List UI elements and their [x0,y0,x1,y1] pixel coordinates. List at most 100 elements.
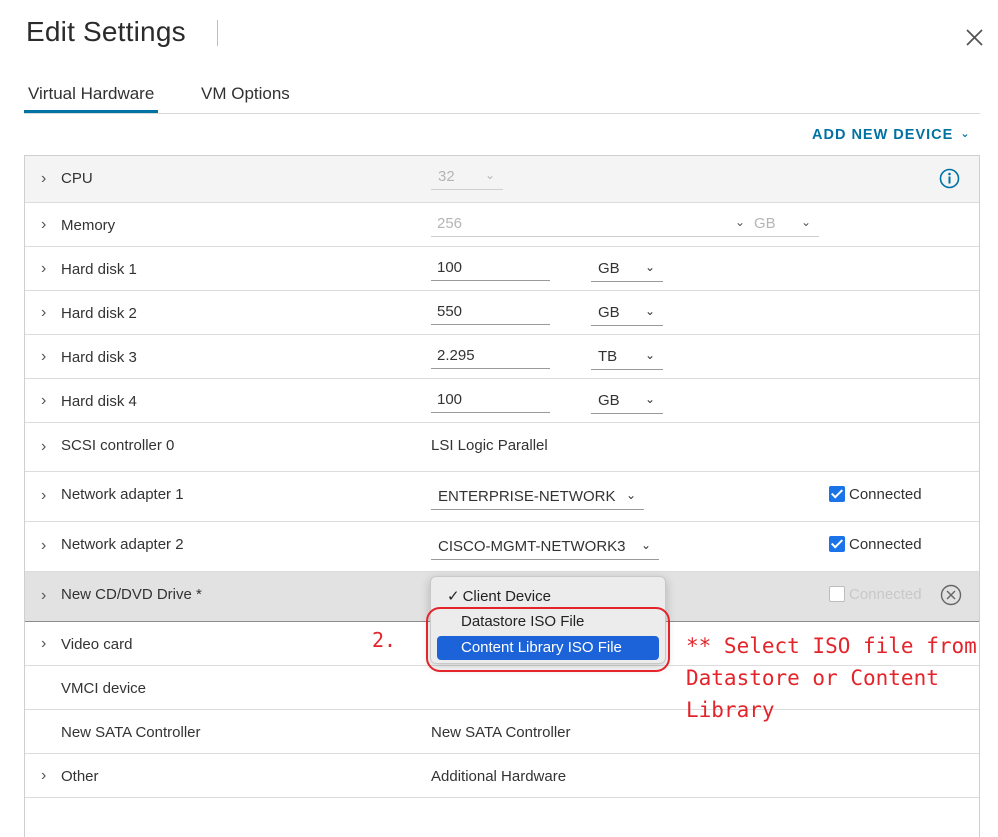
tab-vm-options[interactable]: VM Options [201,84,290,104]
add-new-device-button[interactable]: ADD NEW DEVICE ⌄ [812,127,971,143]
row-label: Network adapter 2 [61,536,184,553]
unit: TB [598,348,618,365]
scsi-type: LSI Logic Parallel [431,437,548,454]
row-label: SCSI controller 0 [61,437,175,454]
row-label: Video card [61,636,133,653]
memory-value: 256 [437,215,463,232]
chevron-right-icon[interactable]: › [41,348,46,366]
row-hard-disk-2: › Hard disk 2 550 GB ⌄ [25,291,979,335]
cpu-value: 32 [438,168,455,185]
other-value: Additional Hardware [431,768,567,785]
hard-disk-1-size-input[interactable]: 100 [431,257,550,281]
chevron-right-icon[interactable]: › [41,587,46,605]
row-label: Hard disk 1 [61,261,137,278]
row-label: Network adapter 1 [61,486,184,503]
network-1-connected-checkbox[interactable]: Connected [829,486,922,503]
network-name: CISCO-MGMT-NETWORK3 [438,538,626,555]
row-label: VMCI device [61,680,147,697]
network-2-select[interactable]: CISCO-MGMT-NETWORK3 ⌄ [431,536,659,560]
row-hard-disk-1: › Hard disk 1 100 GB ⌄ [25,247,979,291]
row-network-adapter-2: › Network adapter 2 CISCO-MGMT-NETWORK3 … [25,522,979,572]
chevron-down-icon: ⌄ [644,260,655,274]
unit: GB [598,260,620,277]
chevron-down-icon: ⌄ [625,488,636,502]
check-icon: ✓ [447,588,460,605]
row-sata-controller: New SATA Controller New SATA Controller [25,710,979,754]
tab-bar: Virtual Hardware VM Options [23,80,980,114]
hard-disk-2-unit-select[interactable]: GB ⌄ [591,302,663,326]
annotation-step-number: 2. [372,628,397,652]
row-cpu: › CPU 32 ⌄ [25,156,979,203]
connected-label: Connected [849,486,922,503]
dropdown-option-client-device[interactable]: ✓ Client Device [437,584,659,608]
chevron-right-icon[interactable]: › [41,392,46,410]
checkbox-unchecked-icon [829,586,845,602]
row-label: Hard disk 3 [61,349,137,366]
chevron-right-icon[interactable]: › [41,170,46,188]
hard-disk-3-unit-select[interactable]: TB ⌄ [591,346,663,370]
annotation-note-line-2: Datastore or Content [686,666,939,690]
unit: GB [598,392,620,409]
chevron-right-icon[interactable]: › [41,260,46,278]
cpu-select[interactable]: 32 ⌄ [431,166,503,190]
row-label: Hard disk 2 [61,305,137,322]
add-new-device-label: ADD NEW DEVICE [812,127,954,143]
dropdown-option-content-library-iso[interactable]: Content Library ISO File [437,636,659,660]
chevron-down-icon: ⌄ [640,538,651,552]
network-2-connected-checkbox[interactable]: Connected [829,536,922,553]
close-icon[interactable] [962,24,988,50]
remove-device-icon[interactable] [939,583,963,607]
page-title: Edit Settings [26,16,186,47]
info-icon[interactable] [939,168,960,189]
hard-disk-4-size-input[interactable]: 100 [431,389,550,413]
hard-disk-4-unit-select[interactable]: GB ⌄ [591,390,663,414]
unit: GB [598,304,620,321]
hard-disk-3-size-input[interactable]: 2.295 [431,345,550,369]
chevron-down-icon: ⌄ [484,168,495,182]
memory-unit-select[interactable]: GB ⌄ [747,213,819,237]
chevron-right-icon[interactable]: › [41,487,46,505]
network-name: ENTERPRISE-NETWORK [438,488,616,505]
row-label: Memory [61,217,116,234]
memory-unit: GB [754,215,776,232]
chevron-right-icon[interactable]: › [41,304,46,322]
row-hard-disk-4: › Hard disk 4 100 GB ⌄ [25,379,979,423]
chevron-right-icon[interactable]: › [41,438,46,456]
chevron-right-icon[interactable]: › [41,537,46,555]
annotation-note-line-3: Library [686,698,775,722]
row-label: CPU [61,170,93,187]
hardware-grid: › CPU 32 ⌄ › Memory 256 ⌄ GB ⌄ › Hard di… [24,155,980,837]
hard-disk-1-unit-select[interactable]: GB ⌄ [591,258,663,282]
checkbox-checked-icon [829,536,845,552]
memory-input[interactable]: 256 ⌄ [431,213,753,237]
cd-dvd-source-dropdown: ✓ Client Device Datastore ISO File Conten… [430,576,666,664]
row-hard-disk-3: › Hard disk 3 2.295 TB ⌄ [25,335,979,379]
row-label: New CD/DVD Drive * [61,586,202,603]
annotation-note-line-1: ** Select ISO file from [686,634,977,658]
title-divider [217,20,218,46]
chevron-right-icon[interactable]: › [41,767,46,785]
checkbox-checked-icon [829,486,845,502]
cd-dvd-connected-checkbox[interactable]: Connected [829,586,922,603]
chevron-right-icon[interactable]: › [41,216,46,234]
option-label: Client Device [462,588,551,605]
chevron-down-icon: ⌄ [800,215,811,229]
chevron-right-icon[interactable]: › [41,635,46,653]
row-network-adapter-1: › Network adapter 1 ENTERPRISE-NETWORK ⌄… [25,472,979,522]
dropdown-option-datastore-iso[interactable]: Datastore ISO File [437,610,659,634]
row-memory: › Memory 256 ⌄ GB ⌄ [25,203,979,247]
row-other: › Other Additional Hardware [25,754,979,798]
row-label: Hard disk 4 [61,393,137,410]
chevron-down-icon: ⌄ [734,215,745,229]
hard-disk-2-size-input[interactable]: 550 [431,301,550,325]
chevron-down-icon: ⌄ [644,304,655,318]
connected-label: Connected [849,586,922,603]
connected-label: Connected [849,536,922,553]
chevron-down-icon: ⌄ [644,348,655,362]
tab-virtual-hardware[interactable]: Virtual Hardware [23,84,159,113]
row-scsi-controller: › SCSI controller 0 LSI Logic Parallel [25,423,979,472]
row-label: New SATA Controller [61,724,201,741]
network-1-select[interactable]: ENTERPRISE-NETWORK ⌄ [431,486,644,510]
chevron-down-icon: ⌄ [960,128,971,140]
chevron-down-icon: ⌄ [644,392,655,406]
